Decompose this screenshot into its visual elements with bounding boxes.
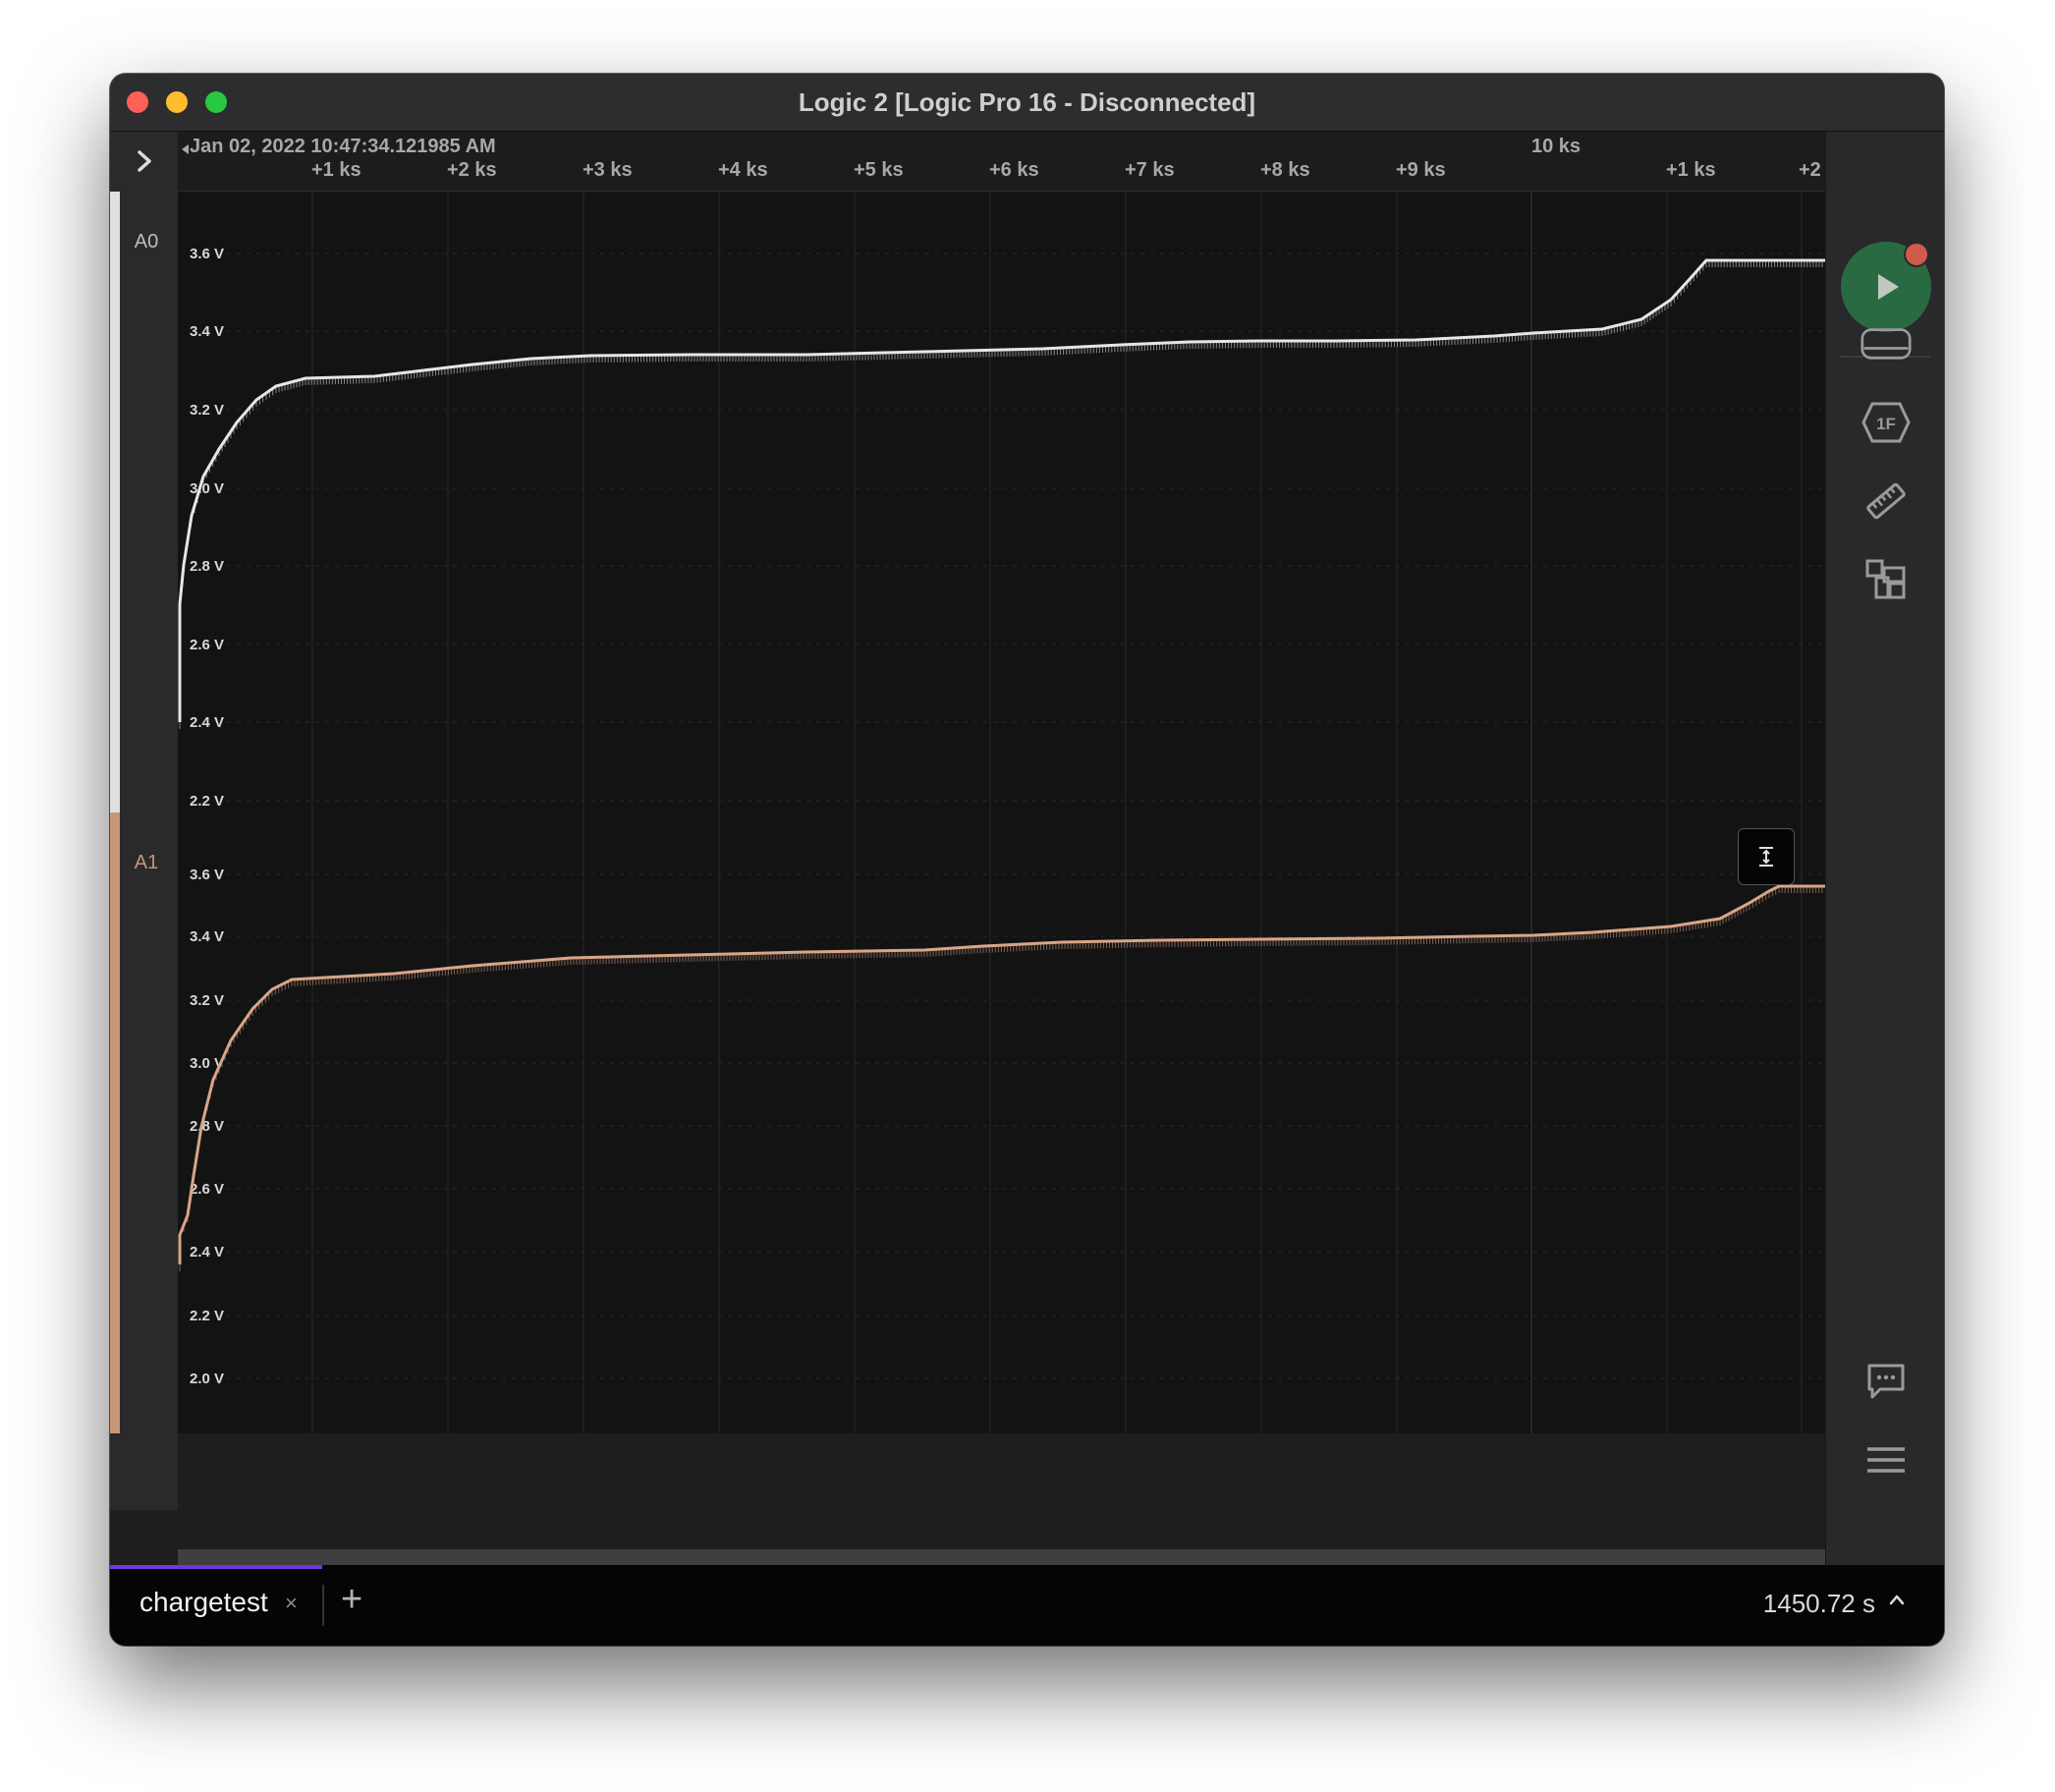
waveform-trace [178, 884, 1825, 1264]
ruler-tick-label: +2 ks [447, 159, 497, 181]
channel-a0-waveform-svg: 3.6 V 3.4 V 3.2 V 3.0 V 2.8 V 2.6 V 2.4 V 2.2 V [178, 192, 1825, 812]
channel-a1: A1 3.6 V 3.4 V 3.2 V 3.0 V 2.8 V 2.6 V 2.4 V 2.… [110, 812, 1825, 1433]
y-axis-label: 2.4 V [190, 714, 224, 731]
device-icon [1861, 328, 1912, 360]
y-axis-label: 2.6 V [190, 637, 224, 653]
y-axis-label: 3.4 V [190, 323, 224, 340]
analyzer-icon: 1F [1861, 402, 1911, 443]
horizontal-scrollbar[interactable] [178, 1549, 1825, 1565]
ruler-icon [1866, 482, 1906, 520]
y-axis-label: 2.0 V [190, 1371, 224, 1387]
channel-a0-color-bar [110, 192, 120, 812]
chevron-up-icon[interactable] [1889, 1593, 1905, 1606]
active-tab-indicator [110, 1565, 322, 1569]
tab-chargetest[interactable]: chargetest [139, 1587, 268, 1618]
y-axis-label: 3.0 V [190, 480, 224, 497]
ruler-tick-label: +2 [1799, 159, 1821, 181]
autoscale-button[interactable] [1738, 828, 1795, 885]
ruler-tick-label: +5 ks [854, 159, 904, 181]
capture-duration[interactable]: 1450.72 s [1763, 1589, 1875, 1619]
feedback-button[interactable] [1861, 1356, 1912, 1407]
app-window: Logic 2 [Logic Pro 16 - Disconnected] Ja… [110, 74, 1944, 1646]
ruler-tick-label: +9 ks [1396, 159, 1446, 181]
y-axis-label: 2.2 V [190, 1308, 224, 1324]
session-tab-bar: chargetest × + 1450.72 s [110, 1565, 1944, 1646]
y-axis-label: 2.8 V [190, 558, 224, 575]
analyzers-button[interactable]: 1F [1861, 397, 1912, 448]
empty-channel-area [178, 1433, 1825, 1510]
channel-a1-name: A1 [134, 852, 159, 873]
ruler-start-timestamp: Jan 02, 2022 10:47:34.121985 AM [190, 136, 496, 157]
recording-indicator [1904, 242, 1929, 267]
channel-a0: A0 3.6 V 3.4 V 3.2 V 3.0 V 2.8 V 2.6 V 2.4 V 2.… [110, 192, 1825, 812]
right-sidebar: 1F [1825, 132, 1944, 1565]
y-axis-label: 3.4 V [190, 928, 224, 945]
play-icon [1878, 274, 1899, 300]
empty-channel-header [110, 1433, 178, 1510]
channel-a1-color-bar [110, 812, 120, 1433]
y-axis-label: 3.6 V [190, 867, 224, 883]
ruler-tick-label: +7 ks [1125, 159, 1175, 181]
title-bar: Logic 2 [Logic Pro 16 - Disconnected] [110, 74, 1944, 132]
ruler-tick-label: +1 ks [311, 159, 361, 181]
extensions-icon [1865, 559, 1906, 599]
extensions-button[interactable] [1861, 554, 1912, 605]
channel-a1-header[interactable]: A1 [110, 812, 178, 1433]
y-axis-label: 3.6 V [190, 246, 224, 262]
y-axis-label: 2.2 V [190, 793, 224, 810]
menu-icon [1867, 1447, 1905, 1473]
ruler-tick-label: +3 ks [583, 159, 633, 181]
expand-sidebar-button[interactable] [120, 140, 169, 183]
y-axis-label: 2.4 V [190, 1244, 224, 1260]
device-settings-button[interactable] [1861, 318, 1912, 369]
time-ruler[interactable]: Jan 02, 2022 10:47:34.121985 AM 10 ks +1… [178, 132, 1825, 192]
ruler-tick-label: +4 ks [718, 159, 768, 181]
channel-a0-name: A0 [134, 231, 159, 252]
feedback-icon [1867, 1364, 1905, 1399]
measurements-button[interactable] [1861, 476, 1912, 527]
y-axis-label: 2.8 V [190, 1118, 224, 1135]
chevron-right-icon [138, 150, 151, 172]
tab-separator [322, 1585, 324, 1626]
y-axis-label: 3.2 V [190, 992, 224, 1009]
new-tab-button[interactable]: + [341, 1579, 362, 1621]
main-menu-button[interactable] [1861, 1434, 1912, 1485]
fit-vertical-icon [1759, 847, 1773, 867]
y-axis-label: 2.6 V [190, 1181, 224, 1198]
waveform-trace [178, 258, 1825, 722]
ruler-major-marker: 10 ks [1531, 136, 1582, 157]
window-title: Logic 2 [Logic Pro 16 - Disconnected] [798, 87, 1256, 117]
ruler-tick-label: +8 ks [1260, 159, 1310, 181]
channel-a1-waveform-svg: 3.6 V3.4 V3.2 V3.0 V2.8 V2.6 V2.4 V2.2 V… [178, 812, 1825, 1433]
analyzer-badge: 1F [1876, 415, 1896, 433]
channel-a1-plot[interactable]: 3.6 V 3.4 V 3.2 V 3.0 V 2.8 V 2.6 V 2.4 V 2.2 V… [178, 812, 1825, 1433]
channel-a0-plot[interactable]: 3.6 V 3.4 V 3.2 V 3.0 V 2.8 V 2.6 V 2.4 V 2.2 V [178, 192, 1825, 812]
ruler-tick-label: +6 ks [989, 159, 1039, 181]
ruler-tick-label: +1 ks [1666, 159, 1716, 181]
y-axis-label: 3.2 V [190, 402, 224, 419]
tab-close-button[interactable]: × [285, 1591, 298, 1616]
channel-a0-header[interactable]: A0 [110, 192, 178, 812]
